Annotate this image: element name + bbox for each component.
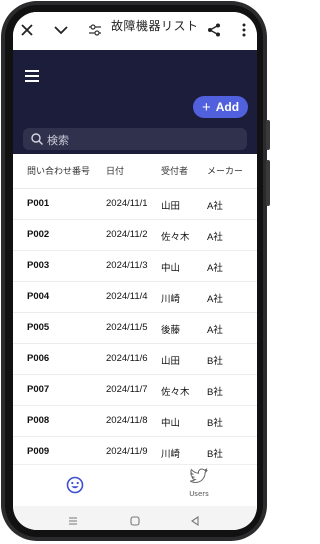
cell-id: P005 <box>27 322 50 333</box>
close-icon[interactable] <box>17 20 37 40</box>
column-header-inquiry-number[interactable]: 問い合わせ番号 <box>27 164 90 177</box>
cell-receiver: 川崎 <box>161 449 181 460</box>
back-icon[interactable] <box>189 512 201 527</box>
phone-side-button <box>266 120 270 150</box>
cell-maker: A社 <box>207 232 223 243</box>
share-icon[interactable] <box>204 20 224 40</box>
nav-item-home[interactable] <box>65 475 85 495</box>
app-title: 故障機器リスト <box>111 19 199 33</box>
cell-date: 2024/11/7 <box>106 384 148 395</box>
table-row[interactable]: P002 2024/11/2 佐々木 A社 <box>13 220 257 251</box>
cell-id: P003 <box>27 260 50 271</box>
column-header-maker[interactable]: メーカー <box>207 164 243 177</box>
menu-icon[interactable] <box>25 70 39 85</box>
cell-date: 2024/11/6 <box>106 353 148 364</box>
cell-maker: B社 <box>207 387 223 398</box>
cell-id: P004 <box>27 291 50 302</box>
plus-icon: + <box>201 98 211 116</box>
cell-date: 2024/11/8 <box>106 415 148 426</box>
table-row[interactable]: P008 2024/11/8 中山 B社 <box>13 406 257 437</box>
cell-date: 2024/11/5 <box>106 322 148 333</box>
table-row[interactable]: P007 2024/11/7 佐々木 B社 <box>13 375 257 406</box>
cell-receiver: 川崎 <box>161 294 181 305</box>
add-button[interactable]: + Add <box>193 96 248 118</box>
cell-maker: A社 <box>207 294 223 305</box>
cell-date: 2024/11/1 <box>106 198 148 209</box>
bottom-navigation: Users <box>13 464 257 507</box>
cell-date: 2024/11/9 <box>106 446 148 457</box>
table-row[interactable]: P005 2024/11/5 後藤 A社 <box>13 313 257 344</box>
cell-maker: B社 <box>207 418 223 429</box>
cell-id: P009 <box>27 446 50 457</box>
cell-receiver: 後藤 <box>161 325 181 336</box>
cell-maker: A社 <box>207 263 223 274</box>
app-screen: 故障機器リスト + Add 検索 問い合わせ番号 日付 受付者 メーカー P00… <box>13 12 257 530</box>
more-vert-icon[interactable] <box>234 20 254 40</box>
table-row[interactable]: P004 2024/11/4 川崎 A社 <box>13 282 257 313</box>
cell-receiver: 中山 <box>161 418 181 429</box>
table-header: 問い合わせ番号 日付 受付者 メーカー <box>13 154 257 189</box>
cell-date: 2024/11/2 <box>106 229 148 240</box>
cell-receiver: 佐々木 <box>161 232 190 243</box>
cell-id: P001 <box>27 198 50 209</box>
search-input[interactable]: 検索 <box>23 128 247 150</box>
nav-item-users[interactable]: Users <box>179 468 219 498</box>
bird-icon <box>188 468 208 484</box>
column-header-receiver[interactable]: 受付者 <box>161 164 188 177</box>
recent-apps-icon[interactable] <box>67 512 79 525</box>
column-header-date[interactable]: 日付 <box>106 164 124 177</box>
cell-maker: A社 <box>207 201 223 212</box>
cell-receiver: 山田 <box>161 201 181 212</box>
nav-item-users-label: Users <box>189 490 209 498</box>
chevron-down-icon[interactable] <box>51 20 71 40</box>
cell-maker: B社 <box>207 356 223 367</box>
cell-receiver: 中山 <box>161 263 181 274</box>
system-navigation-bar <box>13 506 257 530</box>
cell-id: P002 <box>27 229 50 240</box>
table-row[interactable]: P006 2024/11/6 山田 B社 <box>13 344 257 375</box>
cell-receiver: 佐々木 <box>161 387 190 398</box>
cell-date: 2024/11/3 <box>106 260 148 271</box>
top-app-bar: 故障機器リスト <box>13 12 257 50</box>
cell-id: P006 <box>27 353 50 364</box>
cell-id: P007 <box>27 384 50 395</box>
tune-icon[interactable] <box>85 20 105 40</box>
table-row[interactable]: P003 2024/11/3 中山 A社 <box>13 251 257 282</box>
cell-id: P008 <box>27 415 50 426</box>
smiley-icon <box>66 476 84 494</box>
app-header: + Add 検索 <box>13 50 257 154</box>
add-button-label: Add <box>215 100 240 114</box>
search-placeholder: 検索 <box>47 134 69 147</box>
search-icon <box>31 133 43 145</box>
cell-receiver: 山田 <box>161 356 181 367</box>
table-body: P001 2024/11/1 山田 A社 P002 2024/11/2 佐々木 … <box>13 189 257 468</box>
home-icon[interactable] <box>129 512 141 526</box>
table-row[interactable]: P001 2024/11/1 山田 A社 <box>13 189 257 220</box>
phone-side-button <box>266 160 270 206</box>
cell-date: 2024/11/4 <box>106 291 148 302</box>
cell-maker: B社 <box>207 449 223 460</box>
cell-maker: A社 <box>207 325 223 336</box>
